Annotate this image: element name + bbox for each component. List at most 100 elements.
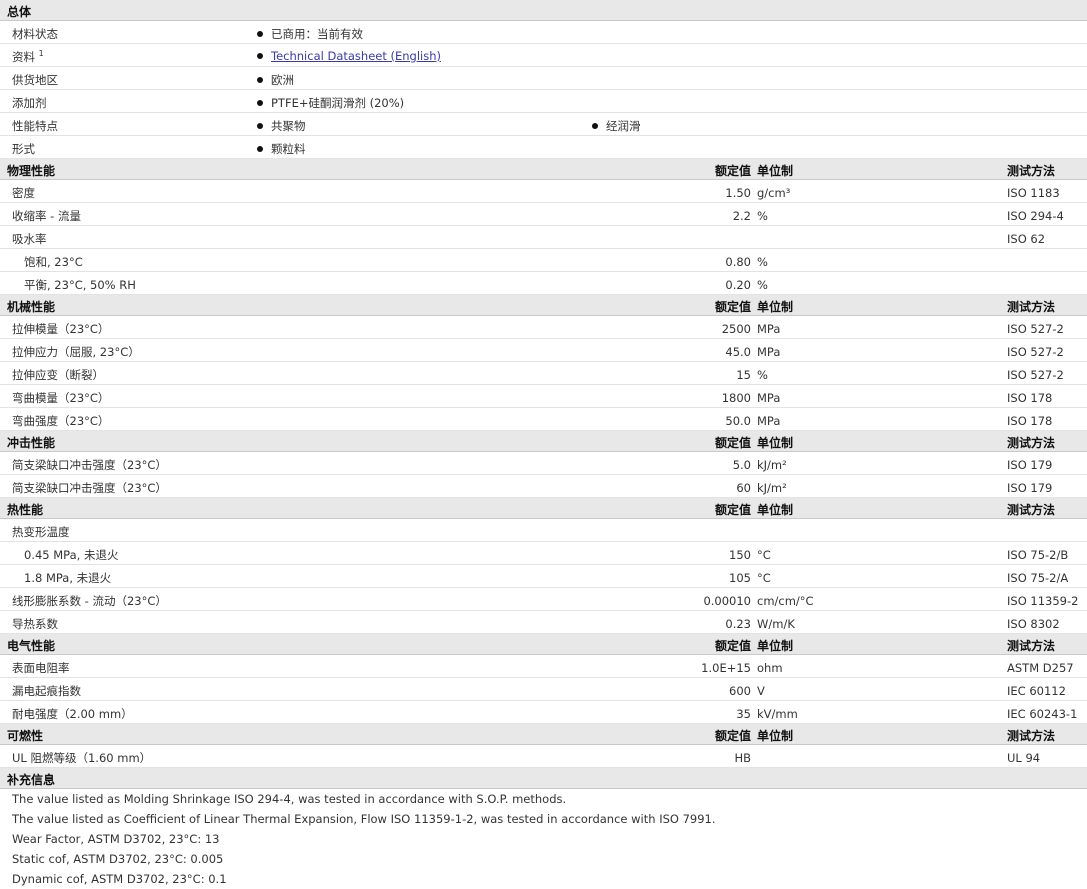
general-item-text: 颗粒料	[271, 142, 306, 156]
property-unit: %	[757, 255, 768, 269]
property-label: 0.45 MPa, 未退火	[24, 548, 119, 562]
bullet-icon	[257, 123, 263, 129]
test-method: UL 94	[1007, 751, 1041, 765]
property-unit: W/m/K	[757, 617, 795, 631]
general-row-label-text: 形式	[12, 142, 35, 156]
property-label: 简支梁缺口冲击强度（23°C）	[12, 481, 167, 495]
value-column-header: 额定值	[714, 300, 751, 314]
property-label: 弯曲模量（23°C）	[12, 391, 110, 405]
property-unit: %	[757, 368, 768, 382]
test-method: ISO 179	[1007, 458, 1053, 472]
property-row: 拉伸应变（断裂） 15% ISO 527-2	[0, 362, 1087, 385]
test-method: ISO 179	[1007, 481, 1053, 495]
section-header: 机械性能 额定值 单位制 测试方法	[0, 295, 1087, 316]
property-unit: kJ/m²	[757, 458, 787, 472]
property-row: 1.8 MPa, 未退火 105 °C ISO 75-2/A	[0, 565, 1087, 588]
property-value: 0.23	[725, 617, 751, 631]
general-item-text: 共聚物	[271, 119, 306, 133]
property-value: 45.0	[725, 345, 751, 359]
property-value: 60	[736, 481, 751, 495]
general-row-label: 添加剂	[12, 95, 47, 111]
datasheet-link[interactable]: Technical Datasheet (English)	[271, 49, 441, 63]
datasheet: 总体 材料状态 已商用：当前有效 资料 1 Technical Datasheet (…	[0, 0, 1087, 889]
property-unit: MPa	[757, 391, 781, 405]
property-value: 600	[729, 684, 751, 698]
test-method: ASTM D257	[1007, 661, 1074, 675]
property-row: 吸水率 ISO 62	[0, 226, 1087, 249]
value-column-header: 额定值	[714, 729, 751, 743]
property-unit: MPa	[757, 414, 781, 428]
property-label: 拉伸应力（屈服, 23°C）	[12, 345, 140, 359]
test-method: IEC 60112	[1007, 684, 1066, 698]
test-method: ISO 62	[1007, 232, 1046, 246]
property-row: 饱和, 23°C 0.80%	[0, 249, 1087, 272]
property-label: 密度	[12, 186, 35, 200]
general-row-label-text: 供货地区	[12, 73, 58, 87]
property-unit: kJ/m²	[757, 481, 787, 495]
bullet-icon	[257, 77, 263, 83]
test-method: ISO 527-2	[1007, 322, 1064, 336]
general-row-label-text: 性能特点	[12, 119, 58, 133]
property-unit: °C	[757, 548, 771, 562]
unit-column-header: 单位制	[757, 300, 794, 314]
section-title: 物理性能	[7, 164, 56, 178]
property-sections: 物理性能 额定值 单位制 测试方法 密度 1.50 g/cm³ ISO 1183 收缩率 - 流…	[0, 159, 1087, 768]
general-row-label: 资料 1	[12, 49, 44, 65]
property-label: 简支梁缺口冲击强度（23°C）	[12, 458, 167, 472]
supplement-notes: The value listed as Molding Shrinkage IS…	[0, 789, 1087, 889]
supplement-note-text: The value listed as Molding Shrinkage IS…	[12, 792, 567, 806]
property-label: 收缩率 - 流量	[12, 209, 81, 223]
property-value: 35	[736, 707, 751, 721]
supplement-note-text: Wear Factor, ASTM D3702, 23°C: 13	[12, 832, 220, 846]
method-column-header: 测试方法	[1007, 729, 1056, 743]
section-title: 机械性能	[7, 300, 56, 314]
method-column-header: 测试方法	[1007, 503, 1056, 517]
test-method: IEC 60243-1	[1007, 707, 1078, 721]
property-value: HB	[734, 751, 751, 765]
supplement-note-text: Dynamic cof, ASTM D3702, 23°C: 0.1	[12, 872, 227, 886]
property-label: 表面电阻率	[12, 661, 70, 675]
bullet-icon	[257, 100, 263, 106]
section-header: 可燃性 额定值 单位制 测试方法	[0, 724, 1087, 745]
property-row: 热变形温度	[0, 519, 1087, 542]
property-value: 1.50	[725, 186, 751, 200]
general-row: 性能特点 共聚物 经润滑	[0, 113, 1087, 136]
property-unit: MPa	[757, 322, 781, 336]
property-label: 漏电起痕指数	[12, 684, 81, 698]
test-method: ISO 75-2/B	[1007, 548, 1069, 562]
general-item-text: 经润滑	[606, 119, 641, 133]
property-row: 平衡, 23°C, 50% RH 0.20%	[0, 272, 1087, 295]
property-unit: %	[757, 209, 768, 223]
property-value: 0.20	[725, 278, 751, 292]
test-method: ISO 527-2	[1007, 345, 1064, 359]
bullet-icon	[257, 146, 263, 152]
general-row-label: 形式	[12, 141, 35, 157]
property-value: 5.0	[732, 458, 751, 472]
supplement-note: Dynamic cof, ASTM D3702, 23°C: 0.1	[0, 869, 1087, 889]
property-row: UL 阻燃等级（1.60 mm） HB UL 94	[0, 745, 1087, 768]
general-row: 供货地区 欧洲	[0, 67, 1087, 90]
property-value: 0.00010	[703, 594, 751, 608]
section-title: 可燃性	[7, 729, 44, 743]
test-method: ISO 8302	[1007, 617, 1060, 631]
property-label: 弯曲强度（23°C）	[12, 414, 110, 428]
supplement-note: Static cof, ASTM D3702, 23°C: 0.005	[0, 849, 1087, 869]
property-row: 收缩率 - 流量 2.2% ISO 294-4	[0, 203, 1087, 226]
value-column-header: 额定值	[714, 639, 751, 653]
property-label: 平衡, 23°C, 50% RH	[24, 278, 136, 292]
property-row: 拉伸模量（23°C） 2500 MPa ISO 527-2	[0, 316, 1087, 339]
property-label: 吸水率	[12, 232, 47, 246]
property-row: 简支梁缺口冲击强度（23°C） 60 kJ/m² ISO 179	[0, 475, 1087, 498]
property-value: 0.80	[725, 255, 751, 269]
test-method: ISO 178	[1007, 391, 1053, 405]
method-column-header: 测试方法	[1007, 164, 1056, 178]
property-value: 150	[729, 548, 751, 562]
general-header: 总体	[0, 0, 1087, 21]
property-row: 耐电强度（2.00 mm） 35 kV/mm IEC 60243-1	[0, 701, 1087, 724]
property-row: 拉伸应力（屈服, 23°C） 45.0 MPa ISO 527-2	[0, 339, 1087, 362]
general-item: 经润滑	[592, 118, 641, 134]
property-label: 耐电强度（2.00 mm）	[12, 707, 133, 721]
general-item-text: 欧洲	[271, 73, 294, 87]
section-title: 热性能	[7, 503, 44, 517]
property-label: 1.8 MPa, 未退火	[24, 571, 112, 585]
